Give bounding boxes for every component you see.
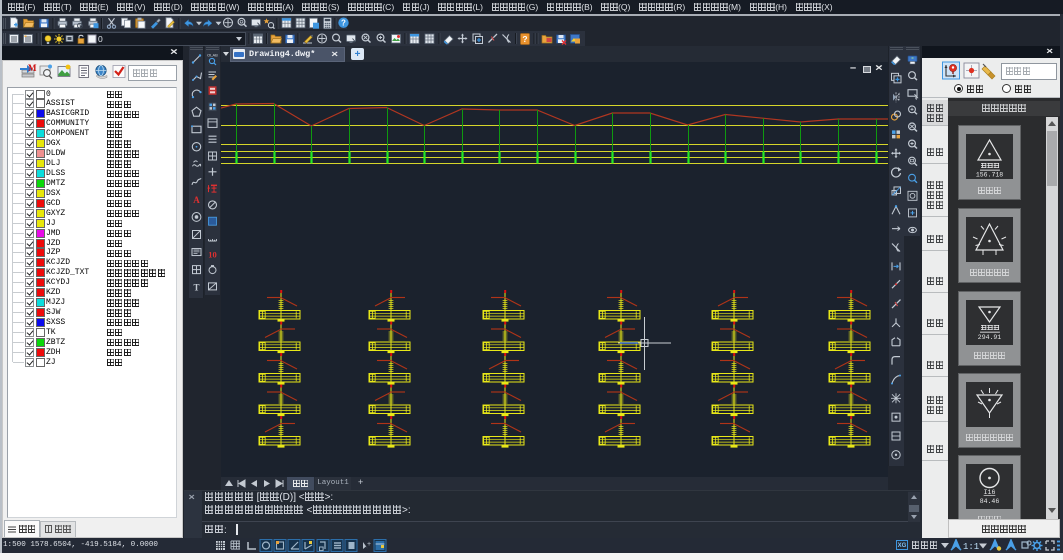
svg-text:1:1: 1:1 [963,542,979,552]
svg-text:?: ? [522,34,527,44]
svg-text:T: T [193,283,199,293]
svg-text:OLAB: OLAB [207,53,218,58]
svg-text:84.46: 84.46 [980,498,1000,505]
svg-text:M: M [28,63,37,73]
svg-text:?: ? [341,18,346,27]
svg-text:A: A [193,195,200,205]
svg-text:156.718: 156.718 [976,172,1003,179]
svg-text:I16: I16 [984,489,996,496]
svg-text:+: + [367,541,371,548]
svg-text:294.91: 294.91 [978,334,1002,341]
svg-text:10: 10 [208,249,217,259]
